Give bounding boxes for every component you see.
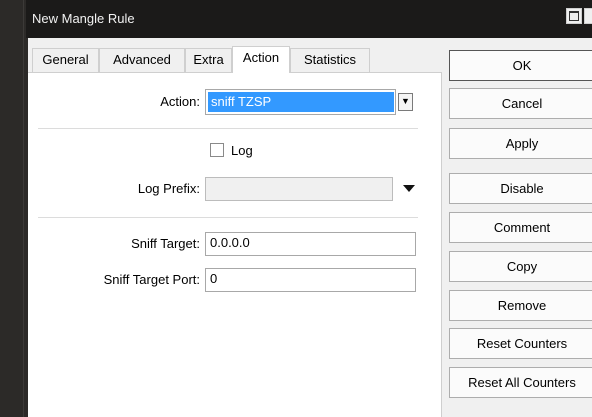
separator bbox=[38, 128, 418, 129]
tab-advanced[interactable]: Advanced bbox=[99, 48, 185, 72]
log-prefix-dropdown-icon[interactable] bbox=[403, 185, 415, 192]
remove-button[interactable]: Remove bbox=[449, 290, 592, 321]
tab-statistics[interactable]: Statistics bbox=[290, 48, 370, 72]
sniff-target-port-field[interactable]: 0 bbox=[205, 268, 416, 292]
log-label: Log bbox=[231, 143, 253, 158]
separator bbox=[38, 217, 418, 218]
sniff-target-field[interactable]: 0.0.0.0 bbox=[205, 232, 416, 256]
tab-action[interactable]: Action bbox=[232, 46, 290, 73]
copy-button[interactable]: Copy bbox=[449, 251, 592, 282]
disable-button[interactable]: Disable bbox=[449, 173, 592, 204]
reset-counters-button[interactable]: Reset Counters bbox=[449, 328, 592, 359]
ok-button[interactable]: OK bbox=[449, 50, 592, 81]
close-icon[interactable] bbox=[584, 8, 592, 24]
sniff-target-label: Sniff Target: bbox=[131, 236, 200, 251]
dialog-body: General Advanced Extra Action Statistics… bbox=[28, 38, 592, 417]
window-title: New Mangle Rule bbox=[32, 11, 135, 26]
action-dropdown-button[interactable]: ▼ bbox=[398, 93, 413, 111]
log-prefix-field[interactable] bbox=[205, 177, 393, 201]
maximize-icon[interactable] bbox=[566, 8, 582, 24]
action-select-value[interactable]: sniff TZSP bbox=[208, 92, 394, 112]
mangle-rule-window: New Mangle Rule General Advanced Extra A… bbox=[23, 0, 592, 417]
comment-button[interactable]: Comment bbox=[449, 212, 592, 243]
cancel-button[interactable]: Cancel bbox=[449, 88, 592, 119]
action-tab-panel: Action: sniff TZSP ▼ Log Log Prefix: Sni… bbox=[28, 72, 442, 417]
sniff-target-port-label: Sniff Target Port: bbox=[103, 272, 200, 287]
tab-general[interactable]: General bbox=[32, 48, 99, 72]
title-bar[interactable]: New Mangle Rule bbox=[26, 0, 592, 38]
log-prefix-label: Log Prefix: bbox=[137, 181, 200, 196]
log-checkbox[interactable] bbox=[210, 143, 224, 157]
reset-all-counters-button[interactable]: Reset All Counters bbox=[449, 367, 592, 398]
action-label: Action: bbox=[160, 94, 200, 109]
tab-extra[interactable]: Extra bbox=[185, 48, 232, 72]
apply-button[interactable]: Apply bbox=[449, 128, 592, 159]
